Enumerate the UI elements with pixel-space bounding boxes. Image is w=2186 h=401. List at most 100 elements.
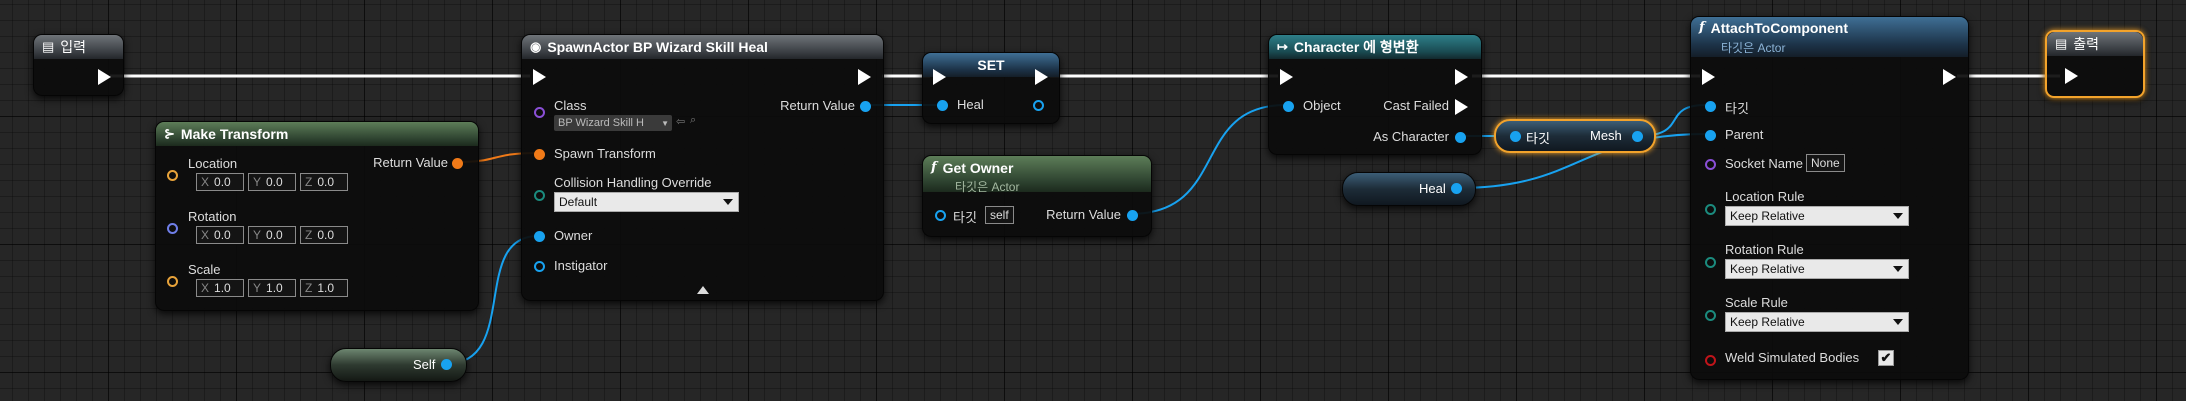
scale-y-field[interactable]: Y 1.0 bbox=[248, 279, 296, 297]
as-character-label: As Character bbox=[1373, 129, 1449, 144]
wire-getowner-cast bbox=[1129, 104, 1287, 215]
self-pin[interactable] bbox=[441, 359, 452, 370]
axis-y-label: Y bbox=[253, 281, 262, 295]
location-x-value: 0.0 bbox=[214, 175, 231, 189]
location-pin[interactable] bbox=[167, 170, 178, 181]
make-transform-return-pin[interactable] bbox=[452, 158, 463, 169]
location-z-field[interactable]: Z 0.0 bbox=[300, 173, 348, 191]
set-node[interactable]: SET Heal bbox=[922, 52, 1060, 124]
owner-pin[interactable] bbox=[534, 231, 545, 242]
socket-name-pin[interactable] bbox=[1705, 159, 1716, 170]
get-owner-return-pin[interactable] bbox=[1127, 210, 1138, 221]
rotation-rule-dropdown[interactable]: Keep Relative bbox=[1725, 259, 1909, 279]
output-exec-in-pin[interactable] bbox=[2065, 68, 2078, 84]
attach-exec-in-pin[interactable] bbox=[1702, 69, 1715, 85]
location-rule-pin[interactable] bbox=[1705, 204, 1716, 215]
class-pin[interactable] bbox=[534, 107, 545, 118]
mesh-label: Mesh bbox=[1590, 128, 1622, 143]
get-owner-node[interactable]: f Get Owner 타깃은 Actor 타깃 self Return Val… bbox=[922, 155, 1152, 237]
self-label: Self bbox=[413, 357, 436, 372]
set-exec-out-pin[interactable] bbox=[1035, 69, 1048, 85]
set-heal-in-pin[interactable] bbox=[937, 100, 948, 111]
cast-object-pin[interactable] bbox=[1283, 101, 1294, 112]
attach-target-pin[interactable] bbox=[1705, 101, 1716, 112]
rotation-rule-pin[interactable] bbox=[1705, 257, 1716, 268]
dropdown-arrow-icon bbox=[723, 199, 733, 205]
set-heal-out-pin[interactable] bbox=[1033, 100, 1044, 111]
cast-exec-in-pin[interactable] bbox=[1280, 69, 1293, 85]
axis-y-label: Y bbox=[253, 228, 262, 242]
location-y-field[interactable]: Y 0.0 bbox=[248, 173, 296, 191]
scale-rule-dropdown[interactable]: Keep Relative bbox=[1725, 312, 1909, 332]
rotation-rule-label: Rotation Rule bbox=[1725, 242, 1804, 257]
get-owner-target-pin[interactable] bbox=[935, 210, 946, 221]
cast-character-node[interactable]: ↦ Character 에 형변환 Object Cast Failed As … bbox=[1268, 34, 1482, 155]
get-owner-target-field[interactable]: self bbox=[985, 206, 1014, 224]
weld-label: Weld Simulated Bodies bbox=[1725, 350, 1860, 365]
location-label: Location bbox=[188, 156, 238, 171]
output-node[interactable]: ▤ 출력 bbox=[2045, 30, 2145, 98]
attach-exec-out-pin[interactable] bbox=[1943, 69, 1956, 85]
rotation-z-field[interactable]: Z 0.0 bbox=[300, 226, 348, 244]
spawn-exec-in-pin[interactable] bbox=[533, 69, 546, 85]
axis-z-label: Z bbox=[305, 175, 313, 189]
parent-pin[interactable] bbox=[1705, 130, 1716, 141]
set-exec-in-pin[interactable] bbox=[933, 69, 946, 85]
cast-failed-label: Cast Failed bbox=[1383, 98, 1449, 113]
class-label: Class bbox=[554, 98, 587, 113]
rotation-pin[interactable] bbox=[167, 223, 178, 234]
cast-object-label: Object bbox=[1303, 98, 1341, 113]
weld-checkbox[interactable]: ✔ bbox=[1878, 350, 1894, 366]
spawn-exec-out-pin[interactable] bbox=[858, 69, 871, 85]
location-z-value: 0.0 bbox=[317, 175, 335, 189]
class-dropdown[interactable]: BP Wizard Skill H ▼ bbox=[554, 115, 672, 131]
mesh-target-pin[interactable] bbox=[1510, 131, 1521, 142]
rotation-y-field[interactable]: Y 0.0 bbox=[248, 226, 296, 244]
expand-advanced-icon[interactable] bbox=[697, 286, 709, 294]
attach-to-component-node[interactable]: f AttachToComponent 타깃은 Actor 타깃 Parent … bbox=[1690, 16, 1969, 380]
spawn-actor-node[interactable]: ◉ SpawnActor BP Wizard Skill Heal Class … bbox=[521, 34, 884, 301]
input-node[interactable]: ▤ 입력 bbox=[33, 34, 124, 96]
spawn-return-pin[interactable] bbox=[860, 101, 871, 112]
cast-failed-exec-pin[interactable] bbox=[1455, 99, 1468, 115]
output-node-header: ▤ 출력 bbox=[2047, 32, 2143, 56]
self-node[interactable]: Self bbox=[330, 348, 467, 382]
make-transform-node[interactable]: ⊱ Make Transform Return Value Location X… bbox=[155, 121, 479, 311]
cast-header: ↦ Character 에 형변환 bbox=[1269, 35, 1481, 59]
parent-label: Parent bbox=[1725, 127, 1764, 142]
as-character-pin[interactable] bbox=[1455, 132, 1466, 143]
spawn-actor-title: SpawnActor BP Wizard Skill Heal bbox=[547, 39, 768, 55]
input-exec-out-pin[interactable] bbox=[98, 69, 111, 85]
scale-pin[interactable] bbox=[167, 276, 178, 287]
heal-variable-node[interactable]: Heal bbox=[1342, 172, 1476, 206]
scale-rule-pin[interactable] bbox=[1705, 310, 1716, 321]
scale-z-value: 1.0 bbox=[317, 281, 335, 295]
browse-arrow-icon[interactable]: ⇦ bbox=[676, 115, 685, 128]
dropdown-arrow-icon bbox=[1893, 213, 1903, 219]
location-rule-dropdown[interactable]: Keep Relative bbox=[1725, 206, 1909, 226]
spawn-transform-label: Spawn Transform bbox=[554, 146, 656, 161]
axis-y-label: Y bbox=[253, 175, 262, 189]
scale-z-field[interactable]: Z 1.0 bbox=[300, 279, 348, 297]
function-icon: f bbox=[1699, 20, 1705, 35]
search-icon[interactable]: ⌕ bbox=[690, 114, 696, 127]
spawn-transform-pin[interactable] bbox=[534, 149, 545, 160]
rotation-x-field[interactable]: X 0.0 bbox=[196, 226, 244, 244]
mesh-out-pin[interactable] bbox=[1632, 131, 1643, 142]
spawn-return-label: Return Value bbox=[780, 98, 855, 113]
collision-dropdown[interactable]: Default bbox=[554, 192, 739, 212]
weld-pin[interactable] bbox=[1705, 355, 1716, 366]
cast-icon: ↦ bbox=[1277, 39, 1288, 54]
socket-name-field[interactable]: None bbox=[1806, 154, 1845, 172]
make-transform-return-label: Return Value bbox=[373, 155, 448, 170]
heal-out-pin[interactable] bbox=[1451, 183, 1462, 194]
scale-x-field[interactable]: X 1.0 bbox=[196, 279, 244, 297]
location-x-field[interactable]: X 0.0 bbox=[196, 173, 244, 191]
instigator-pin[interactable] bbox=[534, 261, 545, 272]
function-result-icon: ▤ bbox=[2055, 36, 2068, 51]
get-mesh-node[interactable]: 타깃 Mesh bbox=[1494, 119, 1656, 153]
input-node-header: ▤ 입력 bbox=[34, 35, 123, 59]
make-struct-icon: ⊱ bbox=[164, 126, 175, 141]
cast-exec-out-pin[interactable] bbox=[1455, 69, 1468, 85]
collision-pin[interactable] bbox=[534, 190, 545, 201]
